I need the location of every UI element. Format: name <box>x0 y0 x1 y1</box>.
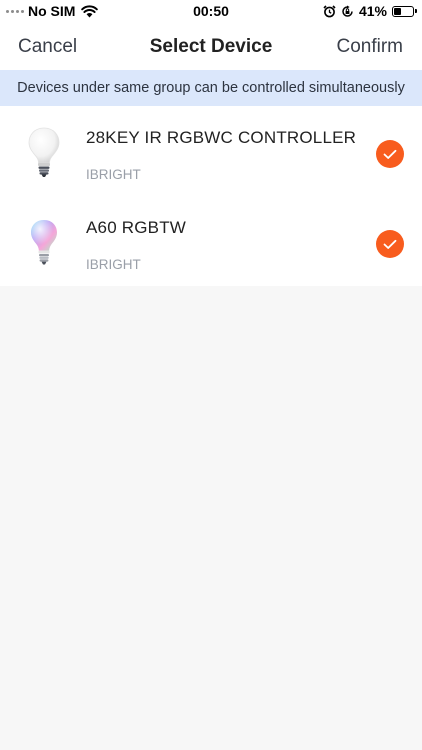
alarm-icon <box>323 4 336 17</box>
selected-check-icon[interactable] <box>376 230 404 258</box>
device-brand: IBRIGHT <box>86 257 141 272</box>
device-brand: IBRIGHT <box>86 167 141 182</box>
status-right: 41% <box>323 3 417 19</box>
confirm-button[interactable]: Confirm <box>336 36 403 58</box>
status-bar: No SIM 00:50 41% <box>0 0 422 22</box>
rgb-bulb-icon <box>31 220 57 265</box>
device-list: 28KEY IR RGBWC CONTROLLER IBRIGHT A60 RG… <box>0 106 422 286</box>
orientation-lock-icon <box>342 5 353 17</box>
device-item-a60-rgbtw[interactable]: A60 RGBTW IBRIGHT <box>0 196 422 286</box>
cancel-button[interactable]: Cancel <box>18 36 77 58</box>
nav-bar: Cancel Select Device Confirm <box>0 22 422 70</box>
device-item-28key-ir-rgbwc-controller[interactable]: 28KEY IR RGBWC CONTROLLER IBRIGHT <box>0 106 422 196</box>
white-bulb-icon <box>28 127 60 177</box>
group-info-banner: Devices under same group can be controll… <box>0 70 422 106</box>
device-name: 28KEY IR RGBWC CONTROLLER <box>86 128 357 147</box>
battery-icon <box>392 5 417 17</box>
device-name: A60 RGBTW <box>86 218 187 237</box>
selected-check-icon[interactable] <box>376 140 404 168</box>
battery-percent: 41% <box>358 3 387 19</box>
